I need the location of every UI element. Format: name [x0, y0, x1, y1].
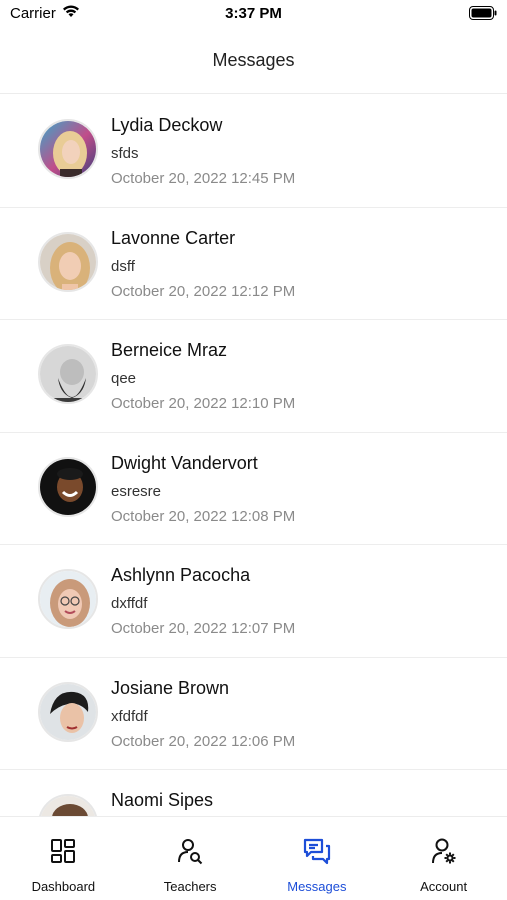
message-date: October 20, 2022 12:12 PM [111, 282, 296, 300]
message-date: October 20, 2022 12:07 PM [111, 620, 296, 637]
tab-label: Teachers [163, 879, 217, 894]
list-item[interactable]: Josiane Brown xfdfdf October 20, 2022 12… [0, 658, 507, 770]
message-list[interactable]: Lydia Deckow sfds October 20, 2022 12:45… [0, 95, 507, 816]
list-item[interactable]: Berneice Mraz qee October 20, 2022 12:10… [0, 320, 507, 433]
message-date: October 20, 2022 12:08 PM [111, 507, 296, 525]
tab-label: Dashboard [31, 879, 96, 894]
tab-bar: Dashboard Teachers Messages Account [0, 816, 507, 900]
contact-name: Dwight Vandervort [111, 452, 258, 473]
account-settings-icon [430, 837, 458, 865]
list-item[interactable]: Lavonne Carter dsff October 20, 2022 12:… [0, 208, 507, 320]
message-preview: qee [111, 370, 137, 387]
status-bar: Carrier 3:37 PM [0, 0, 507, 30]
message-date: October 20, 2022 12:10 PM [111, 395, 296, 412]
contact-name: Naomi Sipes [111, 790, 214, 810]
message-preview: dxffdf [111, 595, 148, 612]
contact-name: Lydia Deckow [111, 115, 223, 135]
clock: 3:37 PM [225, 5, 282, 22]
battery-icon [469, 6, 497, 25]
message-preview: esresre [111, 482, 162, 500]
screen: Carrier 3:37 PM Messages Lydia Deckow sf… [0, 0, 507, 900]
avatar [38, 344, 98, 404]
messages-icon [303, 837, 331, 865]
message-preview: dsff [111, 257, 135, 275]
tab-label: Messages [287, 879, 347, 894]
contact-name: Josiane Brown [111, 677, 230, 698]
message-preview: xfdfdf [111, 707, 148, 725]
contact-name: Lavonne Carter [111, 227, 236, 248]
message-date: October 20, 2022 12:06 PM [111, 732, 296, 750]
avatar [38, 456, 98, 517]
message-preview: sfds [111, 145, 139, 162]
list-item[interactable]: Dwight Vandervort esresre October 20, 20… [0, 433, 507, 545]
avatar [38, 681, 98, 742]
message-date: October 20, 2022 12:45 PM [111, 170, 296, 187]
teacher-search-icon [176, 837, 204, 865]
tab-messages[interactable]: Messages [254, 817, 381, 900]
contact-name: Berneice Mraz [111, 340, 228, 360]
contact-name: Ashlynn Pacocha [111, 565, 251, 585]
avatar [38, 119, 98, 179]
avatar [38, 231, 98, 292]
list-item[interactable]: Ashlynn Pacocha dxffdf October 20, 2022 … [0, 545, 507, 658]
list-item[interactable]: Lydia Deckow sfds October 20, 2022 12:45… [0, 95, 507, 208]
list-item[interactable]: Naomi Sipes [0, 770, 507, 816]
avatar [38, 794, 98, 816]
tab-label: Account [420, 879, 468, 894]
avatar [38, 569, 98, 629]
dashboard-icon [49, 837, 77, 865]
tab-teachers[interactable]: Teachers [127, 817, 254, 900]
tab-account[interactable]: Account [380, 817, 507, 900]
tab-dashboard[interactable]: Dashboard [0, 817, 127, 900]
page-title: Messages [212, 50, 295, 70]
nav-header: Messages [0, 30, 507, 94]
